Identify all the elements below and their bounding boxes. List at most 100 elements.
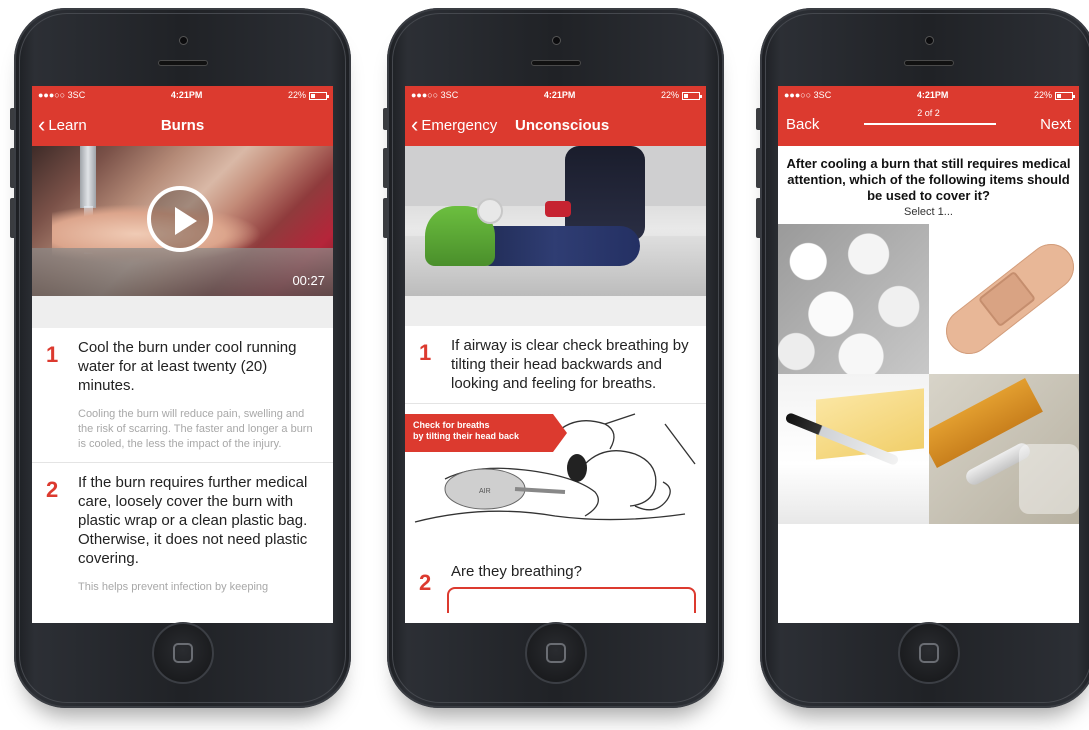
cpr-photo	[405, 146, 706, 296]
speaker-grille	[530, 60, 581, 66]
phone-burns: ●●●○○ 3SC 4:21PM 22% ‹ Learn Burns 00:27…	[10, 8, 351, 708]
mute-switch	[383, 108, 387, 130]
home-button[interactable]	[897, 622, 960, 684]
home-button[interactable]	[524, 622, 587, 684]
video-sink	[32, 248, 333, 296]
clock: 4:21PM	[543, 90, 576, 100]
step-text: Are they breathing?	[451, 563, 582, 580]
photo-wall	[405, 146, 706, 206]
step-text: Cool the burn under cool running water f…	[78, 339, 297, 394]
volume-down-button	[383, 198, 387, 238]
battery-percent: 22%	[287, 90, 306, 100]
volume-up-button	[383, 148, 387, 188]
option-butter[interactable]	[778, 374, 929, 524]
step-number: 2	[419, 570, 432, 595]
camera-icon	[178, 36, 188, 45]
spacer	[32, 296, 333, 328]
select-hint: Select 1...	[904, 206, 953, 218]
volume-down-button	[10, 198, 14, 238]
photo-rescuer-helmet	[477, 198, 503, 224]
battery-percent: 22%	[660, 90, 679, 100]
status-bar: ●●●○○ 3SC 4:21PM 22%	[778, 86, 1079, 104]
phone-quiz: ●●●○○ 3SC 4:21PM 22% Back 2 of 2 Next Af…	[756, 8, 1089, 708]
video-faucet	[80, 146, 96, 208]
step-note: This helps prevent infection by keeping	[78, 581, 269, 593]
step-text: If airway is clear check breathing by ti…	[451, 337, 689, 392]
step-2: 2 If the burn requires further medical c…	[32, 463, 333, 605]
clock: 4:21PM	[170, 90, 203, 100]
breath-check-callout: Check for breaths by tilting their head …	[405, 414, 567, 452]
diagram-label: AIR	[479, 488, 491, 495]
step-1: 1 Cool the burn under cool running water…	[32, 328, 333, 462]
callout-line-1: Check for breaths	[413, 420, 490, 430]
wrap-film	[1019, 444, 1079, 514]
battery-percent: 22%	[1033, 90, 1052, 100]
back-button[interactable]: ‹ Emergency	[405, 114, 497, 136]
carrier-signal: ●●●○○ 3SC	[411, 90, 459, 100]
step-text: If the burn requires further medical car…	[78, 474, 308, 567]
screen-unconscious: ●●●○○ 3SC 4:21PM 22% ‹ Emergency Unconsc…	[405, 86, 706, 623]
spacer	[405, 296, 706, 326]
back-button[interactable]: ‹ Learn	[32, 114, 87, 136]
step-number: 2	[46, 477, 59, 502]
question-counter: 2 of 2	[917, 108, 940, 118]
step-note: Cooling the burn will reduce pain, swell…	[78, 408, 313, 450]
carrier-signal: ●●●○○ 3SC	[784, 90, 832, 100]
battery-status: 22%	[1033, 90, 1075, 100]
volume-down-button	[756, 198, 760, 238]
phone-unconscious: ●●●○○ 3SC 4:21PM 22% ‹ Emergency Unconsc…	[383, 8, 724, 708]
step-2: 2 Are they breathing?	[405, 554, 706, 595]
quiz-progress-fill	[864, 123, 996, 125]
battery-icon	[681, 91, 702, 100]
back-label: Emergency	[421, 116, 498, 134]
volume-up-button	[756, 148, 760, 188]
nav-bar: ‹ Emergency Unconscious	[405, 104, 706, 146]
nav-bar: ‹ Learn Burns	[32, 104, 333, 146]
home-button[interactable]	[151, 622, 214, 684]
video-player[interactable]: 00:27	[32, 146, 333, 296]
screen-burns: ●●●○○ 3SC 4:21PM 22% ‹ Learn Burns 00:27…	[32, 86, 333, 623]
clock: 4:21PM	[916, 90, 949, 100]
page-title: Unconscious	[515, 116, 610, 134]
step-number: 1	[419, 340, 432, 365]
play-icon[interactable]	[147, 186, 213, 252]
battery-icon	[308, 91, 329, 100]
option-adhesive-bandage[interactable]	[929, 224, 1079, 374]
step-1: 1 If airway is clear check breathing by …	[405, 326, 706, 403]
status-bar: ●●●○○ 3SC 4:21PM 22%	[405, 86, 706, 104]
back-label: Learn	[48, 116, 87, 134]
answer-grid	[778, 224, 1079, 524]
quiz-progress-bar	[864, 123, 996, 125]
volume-up-button	[10, 148, 14, 188]
mute-switch	[10, 108, 14, 130]
question-text: After cooling a burn that still requires…	[786, 156, 1071, 203]
mute-switch	[756, 108, 760, 130]
quiz-nav-bar: Back 2 of 2 Next	[778, 104, 1079, 146]
chevron-left-icon: ‹	[38, 112, 46, 137]
speaker-grille	[157, 60, 208, 66]
photo-casualty	[470, 226, 640, 266]
home-square-icon	[545, 643, 566, 663]
back-button[interactable]: Back	[786, 116, 819, 133]
screen-quiz: ●●●○○ 3SC 4:21PM 22% Back 2 of 2 Next Af…	[778, 86, 1079, 623]
home-square-icon	[172, 643, 193, 663]
option-plastic-wrap[interactable]	[929, 374, 1079, 524]
answer-box[interactable]	[447, 587, 696, 613]
speaker-grille	[903, 60, 954, 66]
battery-status: 22%	[660, 90, 702, 100]
battery-icon	[1054, 91, 1075, 100]
next-button[interactable]: Next	[1040, 116, 1071, 133]
video-duration: 00:27	[292, 273, 325, 288]
callout-line-2: by tilting their head back	[413, 431, 520, 441]
photo-red-item	[545, 201, 571, 217]
airway-diagram: AIR Check for breaths by tilting their h…	[405, 404, 706, 554]
camera-icon	[551, 36, 561, 45]
chevron-left-icon: ‹	[411, 112, 419, 137]
home-square-icon	[918, 643, 939, 663]
step-number: 1	[46, 342, 59, 367]
status-bar: ●●●○○ 3SC 4:21PM 22%	[32, 86, 333, 104]
camera-icon	[924, 36, 934, 45]
option-cotton-balls[interactable]	[778, 224, 929, 374]
carrier-signal: ●●●○○ 3SC	[38, 90, 86, 100]
battery-status: 22%	[287, 90, 329, 100]
